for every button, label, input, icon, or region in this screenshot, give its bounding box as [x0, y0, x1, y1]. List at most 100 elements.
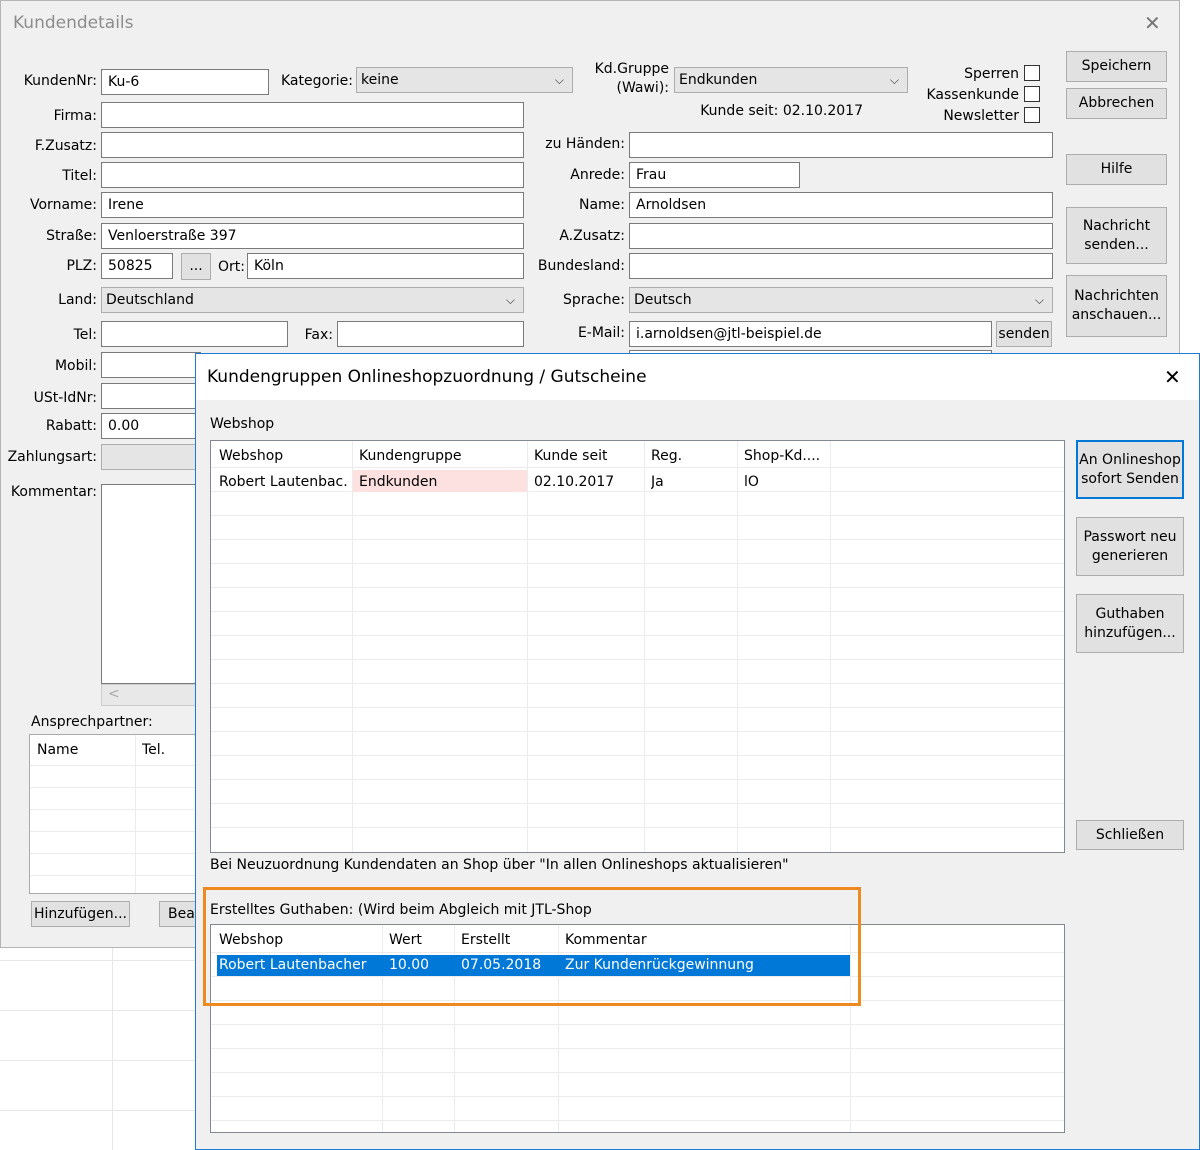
grid-divider	[211, 1120, 1064, 1121]
fax-input[interactable]	[337, 321, 524, 347]
mobil-input[interactable]	[101, 352, 201, 378]
grid-divider	[30, 765, 208, 766]
zahlungsart-select[interactable]	[101, 444, 201, 470]
column-header-shop-kd[interactable]: Shop-Kd....	[744, 448, 820, 464]
sprache-select[interactable]: Deutsch ⌵	[629, 287, 1053, 313]
kundennr-input[interactable]: Ku-6	[101, 69, 269, 95]
dialog-title: Kundengruppen Onlineshopzuordnung / Guts…	[207, 367, 647, 387]
guthaben-hinzufuegen-button[interactable]: Guthaben hinzufügen...	[1076, 594, 1184, 653]
dialog-title: Kundendetails	[13, 13, 134, 33]
background-gridline	[0, 1010, 195, 1011]
zu-haenden-input[interactable]	[629, 132, 1053, 158]
vorname-input[interactable]: Irene	[101, 192, 524, 218]
newsletter-checkbox[interactable]	[1024, 107, 1040, 123]
email-label: E-Mail:	[577, 325, 625, 341]
kassenkunde-label: Kassenkunde	[926, 87, 1019, 103]
email-input[interactable]: i.arnoldsen@jtl-beispiel.de	[629, 321, 992, 347]
bundesland-label: Bundesland:	[537, 258, 625, 274]
fax-label: Fax:	[304, 327, 333, 343]
nachricht-senden-line2: senden...	[1084, 236, 1149, 253]
table-cell-shop-kd[interactable]: lO	[744, 474, 759, 490]
rabatt-input[interactable]: 0.00	[101, 413, 201, 439]
hilfe-button[interactable]: Hilfe	[1066, 154, 1167, 185]
schliessen-button[interactable]: Schließen	[1076, 820, 1184, 850]
tel-label: Tel:	[73, 327, 97, 343]
tel-input[interactable]	[101, 321, 288, 347]
sperren-checkbox[interactable]	[1024, 65, 1040, 81]
strasse-input[interactable]: Venloerstraße 397	[101, 223, 524, 249]
column-header-webshop[interactable]: Webshop	[219, 448, 283, 464]
fzusatz-label: F.Zusatz:	[34, 138, 97, 154]
an-onlineshop-senden-button[interactable]: An Onlineshop sofort Senden	[1076, 440, 1184, 499]
neuzuordnung-note: Bei Neuzuordnung Kundendaten an Shop übe…	[210, 857, 789, 873]
webshop-table[interactable]: Webshop Kundengruppe Kunde seit Reg. Sho…	[210, 440, 1065, 853]
kategorie-select[interactable]: keine ⌵	[356, 67, 573, 93]
column-header-reg[interactable]: Reg.	[651, 448, 682, 464]
titel-label: Titel:	[62, 168, 97, 184]
plz-lookup-button[interactable]: ...	[181, 253, 211, 280]
kdgruppe-select[interactable]: Endkunden ⌵	[674, 67, 908, 93]
table-cell-webshop[interactable]: Robert Lautenbac...	[219, 474, 349, 490]
land-select[interactable]: Deutschland ⌵	[101, 287, 524, 313]
vorname-label: Vorname:	[30, 197, 97, 213]
firma-label: Firma:	[53, 108, 97, 124]
background-gridline	[0, 1110, 195, 1111]
grid-divider	[352, 441, 353, 852]
ustid-input[interactable]	[101, 383, 201, 409]
kdgruppe-label-line1: Kd.Gruppe	[594, 61, 669, 77]
nachricht-senden-button[interactable]: Nachricht senden...	[1066, 207, 1167, 264]
table-cell-kundengruppe[interactable]: Endkunden	[359, 474, 437, 490]
grid-divider	[211, 587, 1064, 588]
kassenkunde-checkbox[interactable]	[1024, 86, 1040, 102]
speichern-button[interactable]: Speichern	[1066, 51, 1167, 82]
kommentar-textarea[interactable]	[101, 484, 201, 684]
name-input[interactable]: Arnoldsen	[629, 192, 1053, 218]
kdgruppe-value: Endkunden	[679, 72, 758, 88]
kdgruppe-label-line2: (Wawi):	[616, 80, 669, 96]
strasse-label: Straße:	[46, 228, 97, 244]
bundesland-input[interactable]	[629, 253, 1053, 279]
grid-divider	[30, 809, 208, 810]
grid-divider	[211, 1024, 1064, 1025]
grid-divider	[211, 491, 1064, 492]
plz-input[interactable]: 50825	[101, 253, 173, 279]
nachricht-senden-line1: Nachricht	[1082, 217, 1151, 234]
anrede-input[interactable]: Frau	[629, 162, 800, 188]
senden-button[interactable]: senden	[996, 321, 1052, 347]
titel-input[interactable]	[101, 162, 524, 188]
kommentar-label: Kommentar:	[10, 484, 97, 500]
grid-divider	[211, 803, 1064, 804]
hinzufuegen-button[interactable]: Hinzufügen...	[31, 901, 130, 927]
column-header-tel[interactable]: Tel.	[142, 742, 165, 758]
table-cell-kunde-seit[interactable]: 02.10.2017	[534, 474, 614, 490]
nachrichten-anschauen-button[interactable]: Nachrichten anschauen...	[1066, 275, 1167, 337]
an-onlineshop-line1: An Onlineshop	[1079, 451, 1181, 468]
column-header-name[interactable]: Name	[37, 742, 78, 758]
grid-divider	[30, 853, 208, 854]
passwort-neu-button[interactable]: Passwort neu generieren	[1076, 517, 1184, 576]
close-icon[interactable]: ✕	[1164, 365, 1181, 389]
background-gridline	[0, 960, 195, 961]
ort-input[interactable]: Köln	[247, 253, 524, 279]
grid-divider	[211, 539, 1064, 540]
firma-input[interactable]	[101, 102, 524, 128]
fzusatz-input[interactable]	[101, 132, 524, 158]
anrede-label: Anrede:	[570, 167, 625, 183]
column-header-kunde-seit[interactable]: Kunde seit	[534, 448, 607, 464]
grid-divider	[211, 635, 1064, 636]
grid-divider	[211, 827, 1064, 828]
scroll-left-icon: <	[108, 686, 120, 702]
ansprechpartner-grid[interactable]: Name Tel.	[29, 734, 209, 894]
azusatz-label: A.Zusatz:	[559, 228, 625, 244]
mobil-label: Mobil:	[54, 358, 97, 374]
close-icon[interactable]: ✕	[1144, 11, 1161, 35]
sperren-label: Sperren	[964, 66, 1019, 82]
kommentar-scrollbar[interactable]: <	[101, 684, 201, 706]
table-cell-reg[interactable]: Ja	[651, 474, 664, 490]
grid-divider	[211, 611, 1064, 612]
azusatz-input[interactable]	[629, 223, 1053, 249]
an-onlineshop-line2: sofort Senden	[1081, 470, 1179, 487]
column-header-kundengruppe[interactable]: Kundengruppe	[359, 448, 462, 464]
abbrechen-button[interactable]: Abbrechen	[1066, 88, 1167, 119]
grid-divider	[644, 441, 645, 852]
